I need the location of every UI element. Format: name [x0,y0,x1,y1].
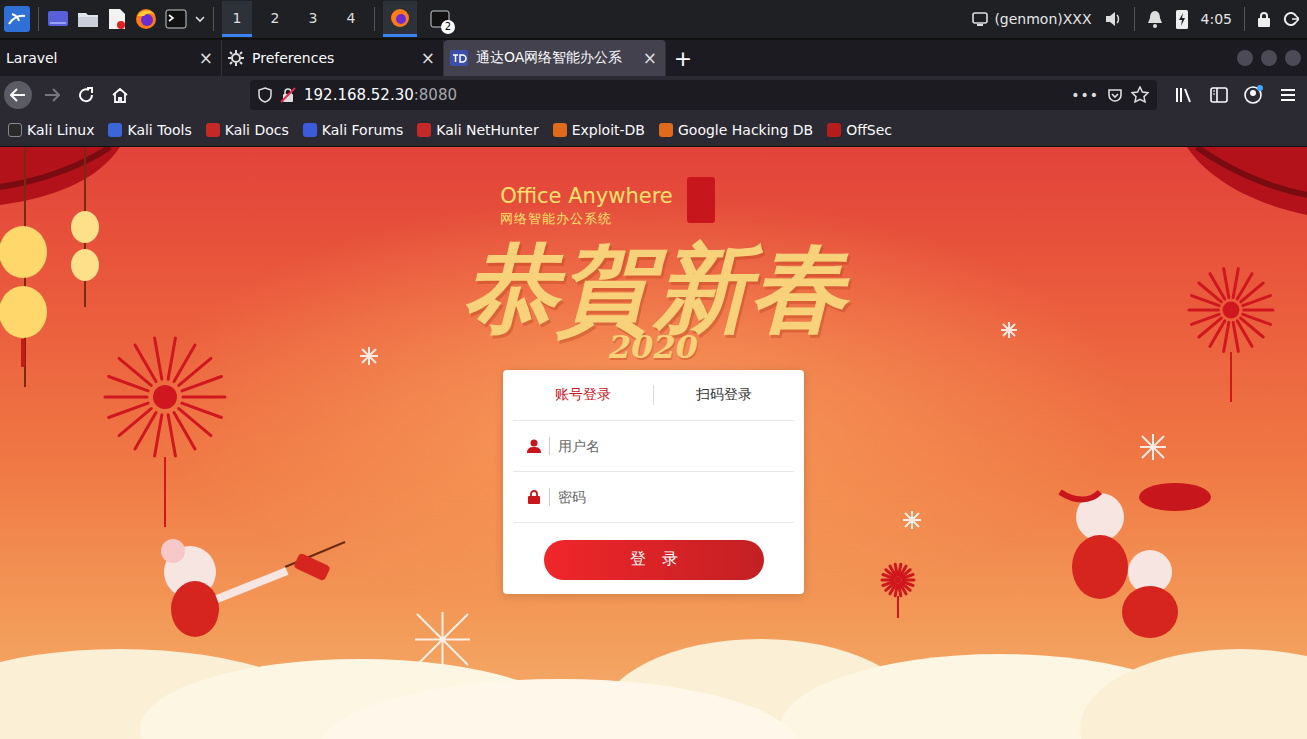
snowflake-icon [1001,322,1017,338]
password-field-input[interactable] [558,489,794,505]
roof-left-icon [0,147,120,207]
files-icon[interactable] [77,9,99,29]
back-button[interactable] [4,81,32,109]
sidebar-icon[interactable] [1205,87,1233,103]
firework-icon [880,562,916,622]
workspace[interactable]: 4 [336,1,366,37]
login-tab[interactable]: 扫码登录 [654,386,794,404]
password-field [513,472,794,523]
address-bar[interactable]: 192.168.52.30:8080••• [250,80,1157,110]
dropdown-icon[interactable] [195,15,205,23]
username-field [513,421,794,472]
forward-button[interactable] [38,81,66,109]
editor-icon[interactable] [107,8,127,30]
star-icon[interactable] [1131,86,1149,104]
bookmark[interactable]: Google Hacking DB [659,122,813,138]
firework-icon [1186,265,1276,405]
account-icon[interactable] [1239,85,1267,105]
bookmark[interactable]: Kali Linux [8,122,94,138]
speaker-icon[interactable] [1104,11,1122,27]
close-tab-button[interactable]: × [643,48,657,68]
monitor-icon [972,12,988,26]
top-panel: 12342(genmon)XXX4:05 [0,0,1307,38]
snowflake-icon [903,511,921,529]
back-arrow-icon [10,88,26,102]
lanterns-icon [0,147,108,387]
bookmark-favicon-icon [827,123,841,137]
desktop-icon[interactable] [47,9,69,29]
library-icon[interactable] [1171,86,1199,104]
bookmark-favicon-icon [659,123,673,137]
home-button[interactable] [106,81,134,109]
workspace[interactable]: 3 [298,1,328,37]
logout-icon[interactable] [1283,11,1299,27]
bookmarks-bar: Kali Linux Kali Tools Kali Docs Kali Forums… [0,114,1307,147]
lock-icon [527,489,541,505]
mice-icon [1040,472,1220,652]
reload-button[interactable] [72,81,100,109]
home-icon [112,87,128,103]
red-seal [687,177,715,223]
snowflake-icon [1140,434,1166,460]
tab-bar: Laravel×Preferences×通达OA网络智能办公系×+ [0,40,1307,76]
forward-arrow-icon [44,88,60,102]
nav-bar: 192.168.52.30:8080••• [0,76,1307,114]
new-year-greeting: 恭賀新春2020 [462,236,846,366]
bookmark-favicon-icon [303,123,317,137]
browser-tab[interactable]: 通达OA网络智能办公系× [444,40,666,76]
window-count-badge: 2 [441,20,455,34]
battery-icon[interactable] [1175,8,1189,30]
login-tabs: 账号登录扫码登录 [513,370,794,421]
kali-menu-icon[interactable] [4,6,30,32]
firefox-task-icon [390,8,410,28]
clock[interactable]: 4:05 [1201,11,1232,27]
firefox-task[interactable] [383,1,417,37]
snowflake-icon [360,347,378,365]
workspace[interactable]: 1 [222,1,252,37]
firework-icon [100,332,230,532]
window-controls[interactable] [1237,40,1307,76]
browser-tab[interactable]: Laravel× [0,40,222,76]
pocket-icon[interactable] [1107,87,1123,103]
close-tab-button[interactable]: × [199,48,213,68]
bell-icon[interactable] [1147,10,1163,28]
bookmark-favicon-icon [417,123,431,137]
username-field-input[interactable] [558,438,794,454]
bookmark[interactable]: Kali Docs [206,122,289,138]
menu-icon[interactable] [1273,88,1303,102]
roof-right-icon [1187,147,1307,217]
lock-icon[interactable] [1257,11,1271,27]
login-tab[interactable]: 账号登录 [513,386,653,404]
mouse-icon [135,537,355,647]
insecure-lock-icon[interactable] [280,87,296,103]
login-button[interactable]: 登 录 [544,540,764,580]
snowflake-icon [415,612,470,667]
terminal-task[interactable]: 2 [425,4,455,34]
tongda-favicon-icon [450,50,468,66]
bookmark[interactable]: Exploit-DB [553,122,645,138]
bookmark-favicon-icon [206,123,220,137]
workspace[interactable]: 2 [260,1,290,37]
reload-icon [78,87,94,103]
new-tab-button[interactable]: + [666,40,700,76]
login-card: 账号登录扫码登录登 录 [503,370,804,594]
brand-logo: Office Anywhere网络智能办公系统 [500,185,715,228]
bookmark-favicon-icon [553,123,567,137]
gear-icon [228,50,244,66]
login-page: Office Anywhere网络智能办公系统恭賀新春2020账号登录扫码登录登… [0,147,1307,739]
genmon-label: (genmon)XXX [994,11,1091,27]
shield-icon[interactable] [258,87,272,103]
terminal-icon[interactable] [165,9,187,29]
bookmark[interactable]: Kali Forums [303,122,403,138]
page-actions-button[interactable]: ••• [1071,87,1099,103]
bookmark[interactable]: Kali NetHunter [417,122,538,138]
bookmark[interactable]: OffSec [827,122,892,138]
bookmark-favicon-icon [108,123,122,137]
firefox-icon[interactable] [135,8,157,30]
bookmark-favicon-icon [8,123,22,137]
browser-tab[interactable]: Preferences× [222,40,444,76]
bookmark[interactable]: Kali Tools [108,122,191,138]
close-tab-button[interactable]: × [421,48,435,68]
user-icon [527,438,541,454]
